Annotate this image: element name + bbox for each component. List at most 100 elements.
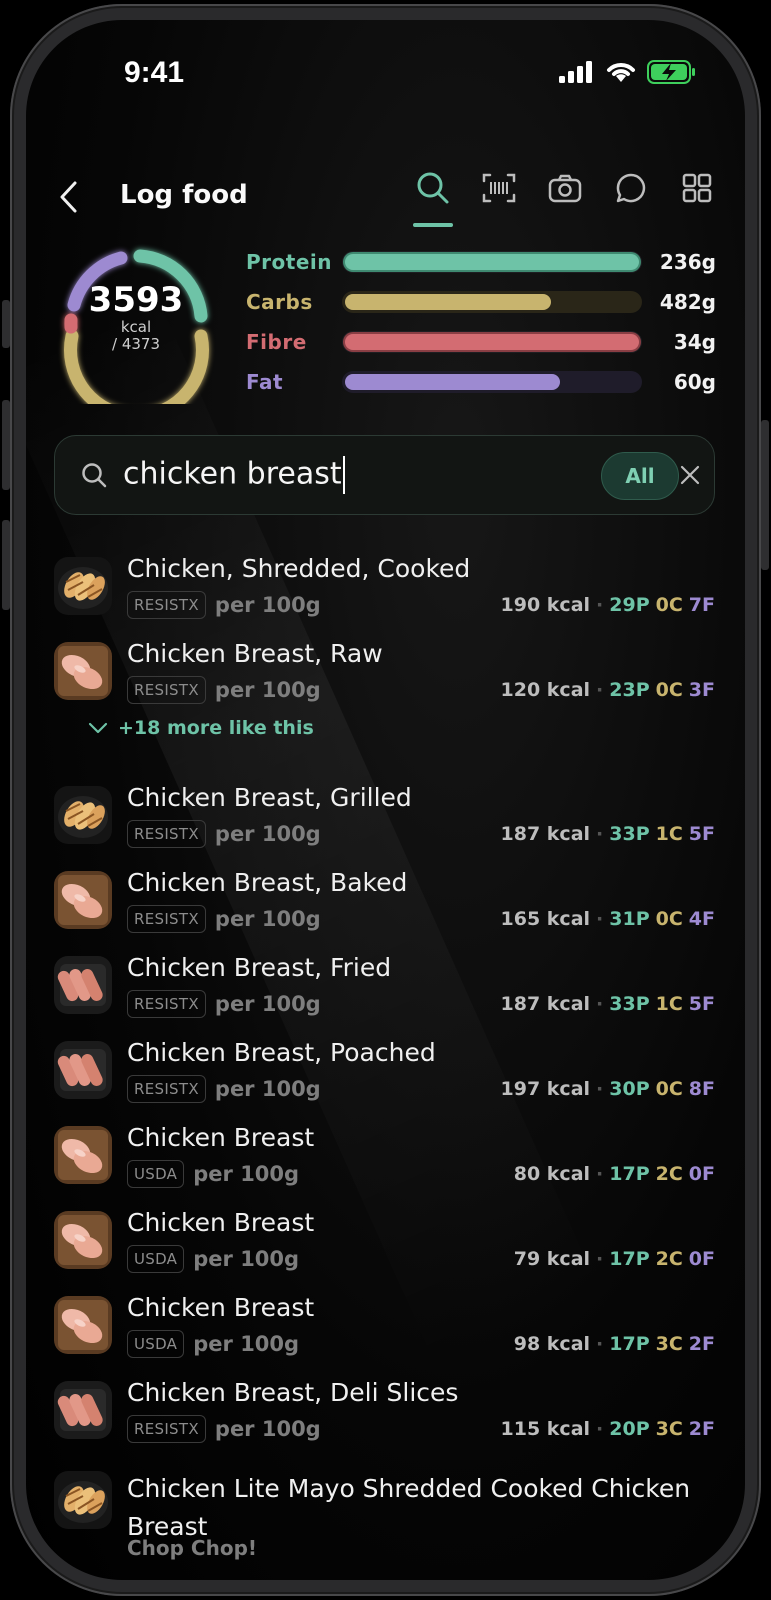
fat-progress-fill	[345, 374, 560, 390]
food-result-row[interactable]: Chicken Breast, Fried RESISTX per 100g 187 …	[54, 953, 715, 1039]
food-thumbnail	[54, 1471, 112, 1529]
carbs-value: 0C	[655, 679, 683, 701]
filter-all-button[interactable]: All	[601, 452, 679, 500]
serving-size: per 100g	[193, 1247, 300, 1271]
food-result-row[interactable]: Chicken Breast, Grilled RESISTX per 100g 18…	[54, 783, 715, 869]
barcode-scan-icon	[482, 173, 516, 203]
carbs-value: 3C	[655, 1418, 683, 1440]
nutrition-summary: 120 kcal · 23P 0C 3F	[501, 675, 715, 705]
serving-size: per 100g	[214, 907, 321, 931]
food-result-row[interactable]: Chicken Breast, Baked RESISTX per 100g 165 …	[54, 868, 715, 954]
food-result-row[interactable]: Chicken Breast, Raw RESISTX per 100g 120 kc…	[54, 639, 715, 725]
source-badge: RESISTX	[127, 676, 206, 704]
nutrition-summary: 79 kcal · 17P 2C 0F	[514, 1244, 715, 1274]
more-like-this-label: +18 more like this	[118, 717, 314, 739]
tab-grid[interactable]	[677, 168, 717, 208]
nutrition-summary: 80 kcal · 17P 2C 0F	[514, 1159, 715, 1189]
food-brand: Chop Chop!	[127, 1536, 258, 1560]
search-field[interactable]: chicken breast All	[54, 435, 715, 515]
source-badge: USDA	[127, 1245, 185, 1273]
protein-value: 29P	[609, 594, 650, 616]
fibre-progress-fill	[345, 334, 639, 350]
food-result-row[interactable]: Chicken Breast USDA per 100g 98 kcal · 17P 3C 2…	[54, 1293, 715, 1379]
volume-up-button	[2, 400, 10, 490]
food-result-row[interactable]: Chicken Breast USDA per 100g 79 kcal · 17P 2C 0…	[54, 1208, 715, 1294]
source-badge: RESISTX	[127, 990, 206, 1018]
separator-dot: ·	[596, 1163, 604, 1185]
food-meta: RESISTX per 100g	[127, 590, 321, 620]
serving-size: per 100g	[214, 678, 321, 702]
carbs-value: 1C	[655, 823, 683, 845]
calories-goal: / 4373	[112, 334, 160, 353]
macro-track	[342, 331, 642, 353]
wifi-icon	[607, 63, 635, 82]
food-thumbnail	[54, 956, 112, 1014]
food-result-row[interactable]: Chicken Breast USDA per 100g 80 kcal · 17P 2C 0…	[54, 1123, 715, 1209]
fat-value: 0F	[688, 1163, 715, 1185]
signal-icon	[559, 61, 592, 83]
source-badge: RESISTX	[127, 591, 206, 619]
carbs-value: 2C	[655, 1248, 683, 1270]
food-result-row[interactable]: Chicken Breast, Deli Slices RESISTX per 10…	[54, 1378, 715, 1464]
serving-size: per 100g	[193, 1162, 300, 1186]
source-badge: USDA	[127, 1160, 185, 1188]
active-tab-indicator	[413, 223, 453, 227]
food-thumbnail	[54, 557, 112, 615]
source-badge: USDA	[127, 1330, 185, 1358]
food-meta: USDA per 100g	[127, 1329, 299, 1359]
food-result-row[interactable]: Chicken, Shredded, Cooked RESISTX per 100g…	[54, 554, 715, 640]
calories: 115 kcal	[500, 1418, 591, 1440]
status-time: 9:41	[124, 56, 185, 89]
tab-barcode[interactable]	[479, 168, 519, 208]
calorie-summary: 3593 kcal / 4373	[54, 281, 218, 353]
power-button	[761, 420, 769, 570]
separator-dot: ·	[596, 679, 604, 701]
macro-label: Fat	[246, 370, 284, 394]
nutrition-summary: 187 kcal · 33P 1C 5F	[501, 819, 715, 849]
nutrition-summary: 115 kcal · 20P 3C 2F	[501, 1414, 715, 1444]
food-meta: USDA per 100g	[127, 1244, 299, 1274]
separator-dot: ·	[596, 823, 604, 845]
macro-row-carbs: Carbs 482g	[246, 287, 716, 317]
separator-dot: ·	[596, 993, 604, 1015]
food-name: Chicken Breast, Raw	[127, 639, 383, 668]
fat-value: 5F	[688, 823, 715, 845]
food-thumbnail	[54, 1126, 112, 1184]
search-query: chicken breast	[123, 456, 342, 492]
chevron-down-icon	[88, 722, 108, 734]
more-like-this-button[interactable]: +18 more like this	[88, 717, 314, 739]
macro-label: Carbs	[246, 290, 313, 314]
food-meta: RESISTX per 100g	[127, 675, 321, 705]
serving-size: per 100g	[214, 1417, 321, 1441]
separator-dot: ·	[596, 594, 604, 616]
food-result-row[interactable]: Chicken Breast, Poached RESISTX per 100g 19…	[54, 1038, 715, 1124]
grid-icon	[682, 173, 712, 203]
macro-track	[342, 251, 642, 273]
tab-chat[interactable]	[611, 168, 651, 208]
calories: 98 kcal	[513, 1333, 591, 1355]
calories: 190 kcal	[500, 594, 591, 616]
food-thumbnail	[54, 1211, 112, 1269]
search-icon	[82, 463, 107, 488]
protein-value: 33P	[609, 823, 650, 845]
calories: 165 kcal	[500, 908, 591, 930]
food-name: Chicken Breast, Fried	[127, 953, 392, 982]
back-button[interactable]	[58, 180, 88, 214]
fat-value: 5F	[688, 993, 715, 1015]
nutrition-summary: 190 kcal · 29P 0C 7F	[501, 590, 715, 620]
food-name: Chicken Breast	[127, 1123, 315, 1152]
tab-camera[interactable]	[545, 168, 585, 208]
tab-search[interactable]	[413, 168, 453, 208]
mute-switch	[2, 300, 10, 348]
protein-value: 17P	[609, 1248, 650, 1270]
food-name: Chicken Breast	[127, 1208, 315, 1237]
serving-size: per 100g	[214, 593, 321, 617]
protein-value: 31P	[609, 908, 650, 930]
nutrition-summary: 165 kcal · 31P 0C 4F	[501, 904, 715, 934]
clear-search-button[interactable]	[675, 460, 705, 490]
carbs-progress-fill	[345, 294, 551, 310]
nutrition-summary: 98 kcal · 17P 3C 2F	[514, 1329, 715, 1359]
fat-value: 2F	[688, 1333, 715, 1355]
search-input[interactable]: chicken breast	[123, 456, 345, 494]
food-name: Chicken Breast, Poached	[127, 1038, 436, 1067]
